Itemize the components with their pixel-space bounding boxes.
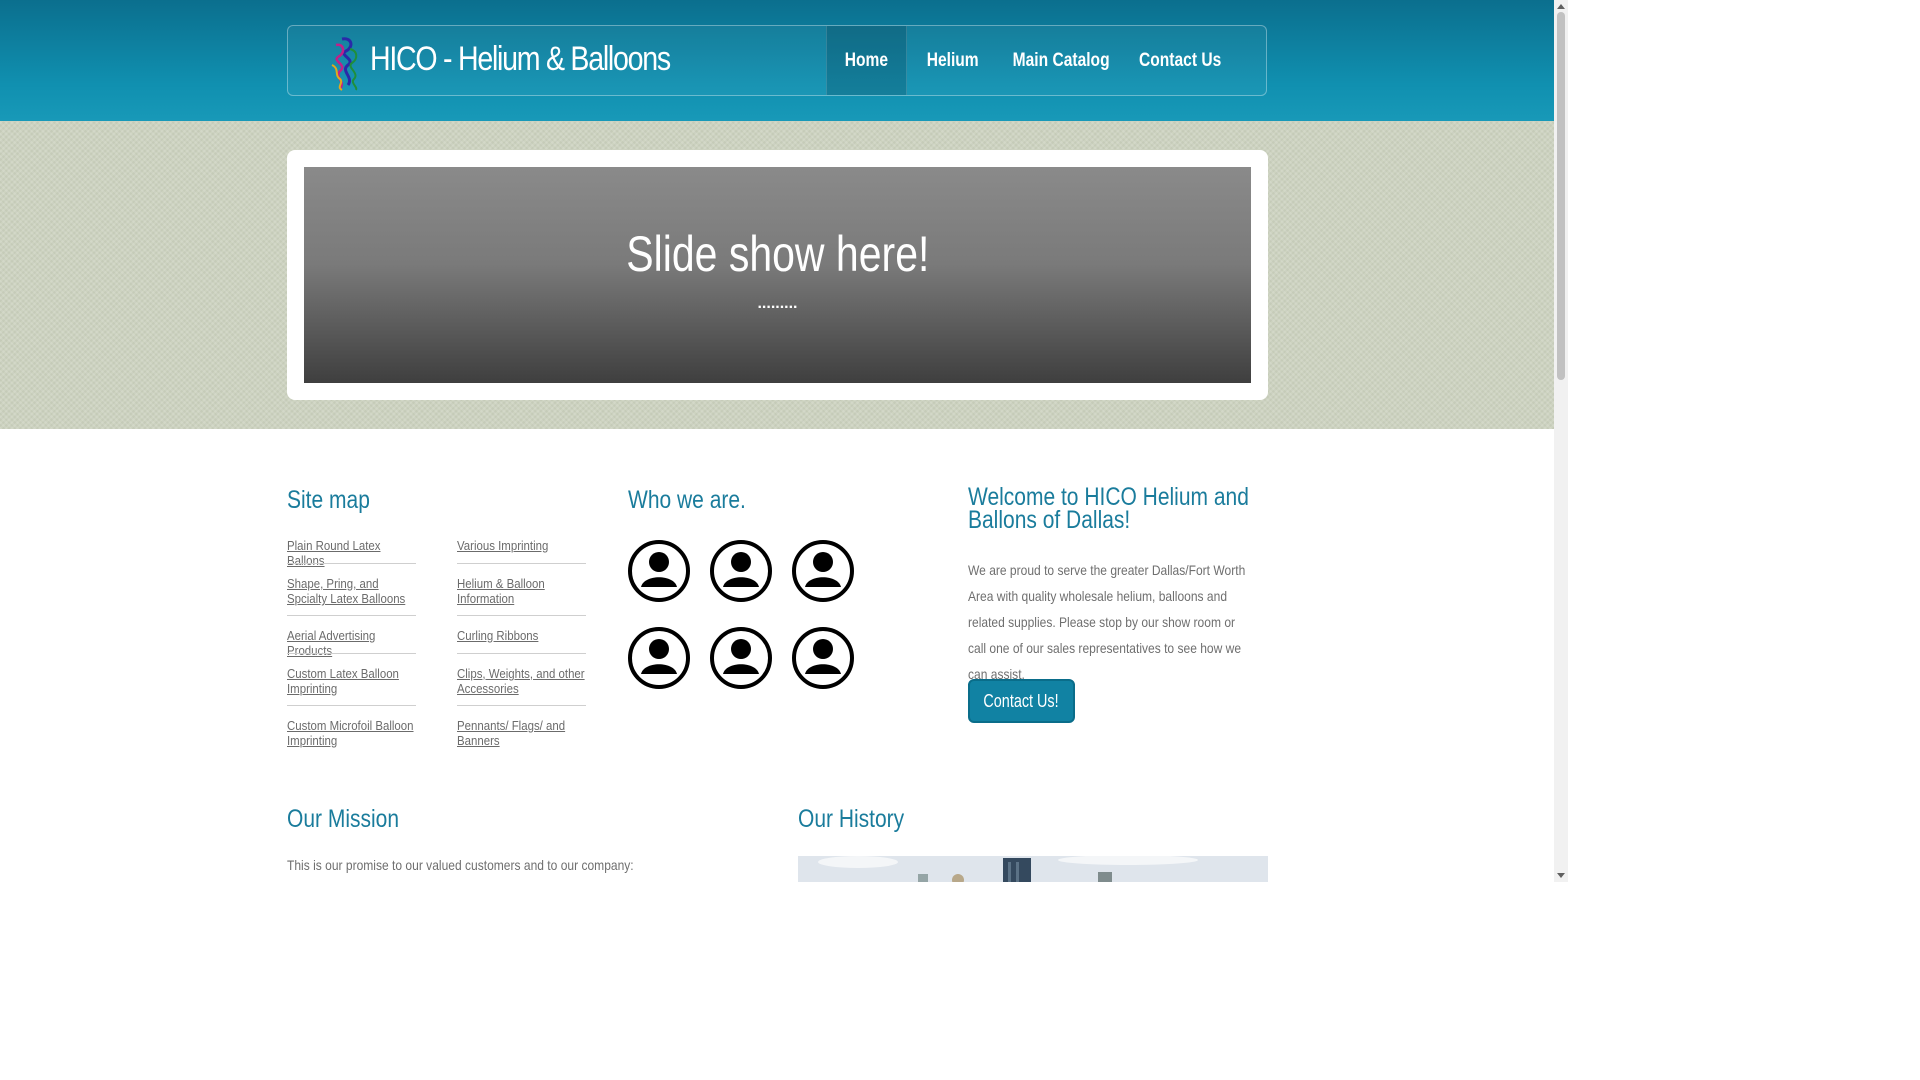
- welcome-heading: Welcome to HICO Helium and Ballons of Da…: [968, 483, 1249, 534]
- nav-home[interactable]: Home: [826, 26, 907, 95]
- mission-heading: Our Mission: [287, 805, 400, 833]
- scroll-down-icon[interactable]: [1557, 873, 1565, 878]
- site-header: HICO - Helium & Balloons Home Helium Mai…: [0, 0, 1554, 121]
- divider: [457, 563, 586, 564]
- person-avatar-icon[interactable]: [628, 627, 690, 689]
- sitemap-link-custom-microfoil[interactable]: Custom Microfoil Balloon Imprinting: [287, 718, 416, 748]
- person-avatar-icon[interactable]: [710, 540, 772, 602]
- nav-helium[interactable]: Helium: [907, 26, 998, 95]
- sitemap-link-helium-info[interactable]: Helium & Balloon Information: [457, 576, 586, 606]
- nav-contact-us[interactable]: Contact Us: [1125, 26, 1236, 95]
- person-avatar-icon[interactable]: [792, 627, 854, 689]
- scroll-up-icon[interactable]: [1557, 4, 1565, 9]
- sitemap-link-custom-latex[interactable]: Custom Latex Balloon Imprinting: [287, 666, 416, 696]
- divider: [287, 615, 416, 616]
- history-city-image: [798, 856, 1268, 882]
- divider: [287, 653, 416, 654]
- divider: [457, 653, 586, 654]
- main-nav: Home Helium Main Catalog Contact Us: [826, 26, 1236, 95]
- sitemap-link-clips-weights[interactable]: Clips, Weights, and other Accessories: [457, 666, 586, 696]
- brand-title[interactable]: HICO - Helium & Balloons: [370, 40, 671, 79]
- who-we-are-heading: Who we are.: [628, 486, 746, 514]
- slideshow-title: Slide show here!: [625, 226, 930, 282]
- sitemap-link-pennants[interactable]: Pennants/ Flags/ and Banners: [457, 718, 586, 748]
- mission-text: This is our promise to our valued custom…: [287, 857, 634, 873]
- slideshow-dots[interactable]: .........: [304, 295, 1251, 313]
- sitemap-link-various-imprinting[interactable]: Various Imprinting: [457, 538, 586, 553]
- scrollbar-thumb[interactable]: [1557, 12, 1565, 380]
- divider: [287, 563, 416, 564]
- contact-us-button[interactable]: Contact Us!: [968, 679, 1075, 723]
- person-avatar-icon[interactable]: [710, 627, 772, 689]
- welcome-text: We are proud to serve the greater Dallas…: [968, 562, 1246, 682]
- balloon-logo-icon[interactable]: [328, 35, 366, 91]
- divider: [457, 615, 586, 616]
- person-avatar-icon[interactable]: [628, 540, 690, 602]
- divider: [457, 705, 586, 706]
- page-scrollbar[interactable]: [1554, 0, 1568, 882]
- history-heading: Our History: [798, 805, 905, 833]
- person-avatar-icon[interactable]: [792, 540, 854, 602]
- nav-main-catalog[interactable]: Main Catalog: [998, 26, 1125, 95]
- header-bar: HICO - Helium & Balloons Home Helium Mai…: [287, 25, 1267, 96]
- sitemap-heading: Site map: [287, 486, 370, 514]
- divider: [287, 705, 416, 706]
- sitemap-link-shape-print[interactable]: Shape, Pring, and Spcialty Latex Balloon…: [287, 576, 416, 606]
- skyline-illustration: [798, 856, 1268, 882]
- sitemap-link-curling-ribbons[interactable]: Curling Ribbons: [457, 628, 586, 643]
- slideshow[interactable]: Slide show here! .........: [304, 167, 1251, 383]
